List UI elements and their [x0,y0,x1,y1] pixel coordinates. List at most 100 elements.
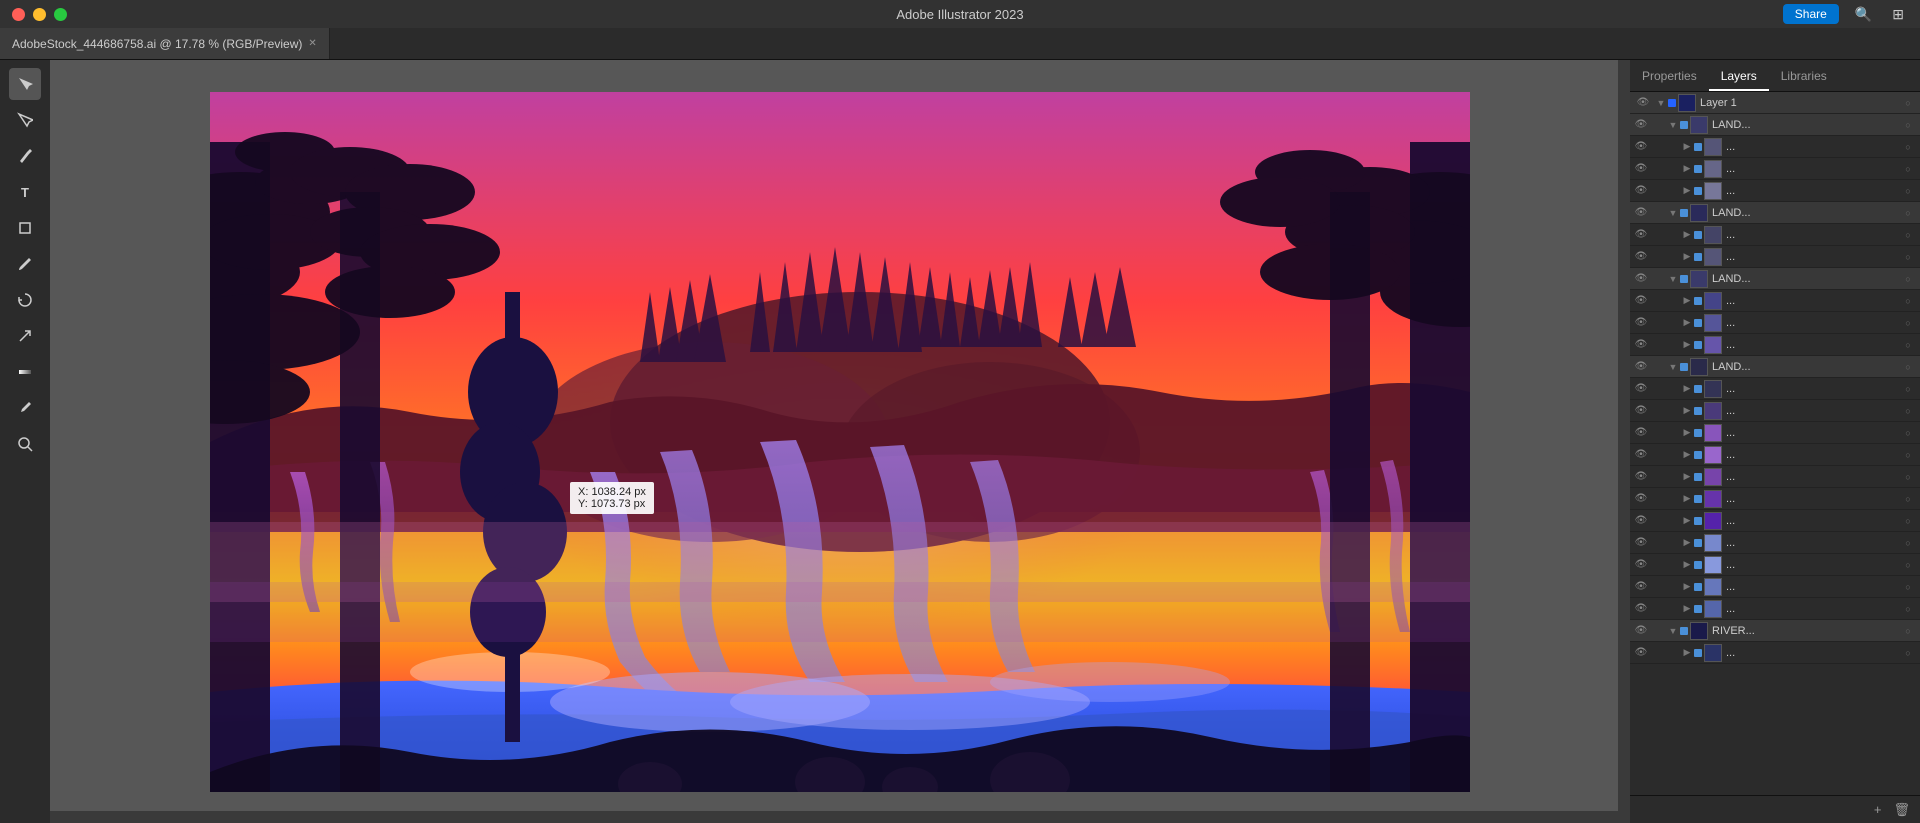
scale-tool[interactable] [9,320,41,352]
minimize-button[interactable] [33,8,46,21]
layer-eye-11[interactable]: 👁 [1630,334,1652,356]
layer-eye-24[interactable]: 👁 [1630,620,1652,642]
layer-eye-15[interactable]: 👁 [1630,422,1652,444]
layer-expand-11[interactable]: ▶ [1680,334,1694,356]
layer-expand-4[interactable]: ▶ [1680,180,1694,202]
brush-tool[interactable] [9,248,41,280]
layer-eye-23[interactable]: 👁 [1630,598,1652,620]
layer-eye-20[interactable]: 👁 [1630,532,1652,554]
layer-expand-7[interactable]: ▶ [1680,246,1694,268]
direct-select-tool[interactable] [9,104,41,136]
layer-lock-10[interactable]: ○ [1900,312,1916,334]
layer-eye-3[interactable]: 👁 [1630,158,1652,180]
layer-lock-22[interactable]: ○ [1900,576,1916,598]
layer-expand-1[interactable]: ▼ [1666,114,1680,136]
layer-row-13[interactable]: 👁 ▶ ... ○ [1630,378,1920,400]
layer-row-11[interactable]: 👁 ▶ ... ○ [1630,334,1920,356]
layer-eye-5[interactable]: 👁 [1630,202,1652,224]
layer-expand-2[interactable]: ▶ [1680,136,1694,158]
layer-expand-18[interactable]: ▶ [1680,488,1694,510]
layer-lock-18[interactable]: ○ [1900,488,1916,510]
layer-row-14[interactable]: 👁 ▶ ... ○ [1630,400,1920,422]
tab-layers[interactable]: Layers [1709,63,1769,91]
search-button[interactable]: 🔍 [1851,4,1876,25]
layer-row-24[interactable]: 👁 ▼ RIVER... ○ [1630,620,1920,642]
layer-eye-12[interactable]: 👁 [1630,356,1652,378]
layer-eye-21[interactable]: 👁 [1630,554,1652,576]
tab-close-icon[interactable]: ✕ [308,38,316,49]
layer-lock-13[interactable]: ○ [1900,378,1916,400]
layer-row-15[interactable]: 👁 ▶ ... ○ [1630,422,1920,444]
windows-button[interactable]: ⊞ [1888,4,1908,25]
layer-row-20[interactable]: 👁 ▶ ... ○ [1630,532,1920,554]
layer-eye-17[interactable]: 👁 [1630,466,1652,488]
canvas-area[interactable]: X: 1038.24 px Y: 1073.73 px [50,60,1630,823]
layer-expand-14[interactable]: ▶ [1680,400,1694,422]
layer-row-17[interactable]: 👁 ▶ ... ○ [1630,466,1920,488]
layer-lock-4[interactable]: ○ [1900,180,1916,202]
layer-lock-20[interactable]: ○ [1900,532,1916,554]
layers-panel[interactable]: 👁 ▼ Layer 1 ○ 👁 ▼ LAND... ○ 👁 ▶ ... [1630,92,1920,795]
rotate-tool[interactable] [9,284,41,316]
layer-lock-root[interactable]: ○ [1900,92,1916,114]
layer-row-22[interactable]: 👁 ▶ ... ○ [1630,576,1920,598]
layer-row-4[interactable]: 👁 ▶ ... ○ [1630,180,1920,202]
delete-layer-button[interactable]: 🗑 [1891,800,1912,820]
layer-eye-2[interactable]: 👁 [1630,136,1652,158]
close-button[interactable] [12,8,25,21]
new-layer-button[interactable]: + [1872,800,1884,819]
type-tool[interactable]: T [9,176,41,208]
layer-lock-23[interactable]: ○ [1900,598,1916,620]
layer-eye-9[interactable]: 👁 [1630,290,1652,312]
layer-row-8[interactable]: 👁 ▼ LAND... ○ [1630,268,1920,290]
zoom-tool[interactable] [9,428,41,460]
layer-expand-10[interactable]: ▶ [1680,312,1694,334]
maximize-button[interactable] [54,8,67,21]
layer-root[interactable]: 👁 ▼ Layer 1 ○ [1630,92,1920,114]
layer-row-25[interactable]: 👁 ▶ ... ○ [1630,642,1920,664]
layer-row-19[interactable]: 👁 ▶ ... ○ [1630,510,1920,532]
layer-expand-24[interactable]: ▼ [1666,620,1680,642]
layer-row-2[interactable]: 👁 ▶ ... ○ [1630,136,1920,158]
layer-eye-13[interactable]: 👁 [1630,378,1652,400]
layer-lock-17[interactable]: ○ [1900,466,1916,488]
layer-lock-3[interactable]: ○ [1900,158,1916,180]
layer-eye-7[interactable]: 👁 [1630,246,1652,268]
share-button[interactable]: Share [1783,4,1839,24]
layer-lock-21[interactable]: ○ [1900,554,1916,576]
shape-tool[interactable] [9,212,41,244]
layer-expand-16[interactable]: ▶ [1680,444,1694,466]
layer-eye-1[interactable]: 👁 [1630,114,1652,136]
layer-expand-13[interactable]: ▶ [1680,378,1694,400]
layer-expand-20[interactable]: ▶ [1680,532,1694,554]
layer-lock-6[interactable]: ○ [1900,224,1916,246]
layer-eye-16[interactable]: 👁 [1630,444,1652,466]
layer-expand-25[interactable]: ▶ [1680,642,1694,664]
layer-lock-11[interactable]: ○ [1900,334,1916,356]
layer-eye-4[interactable]: 👁 [1630,180,1652,202]
layer-lock-14[interactable]: ○ [1900,400,1916,422]
layer-eye-25[interactable]: 👁 [1630,642,1652,664]
vertical-scrollbar[interactable] [1618,60,1630,823]
horizontal-scrollbar[interactable] [50,811,1618,823]
layer-lock-15[interactable]: ○ [1900,422,1916,444]
layer-eye-10[interactable]: 👁 [1630,312,1652,334]
layer-row-1[interactable]: 👁 ▼ LAND... ○ [1630,114,1920,136]
layer-expand-9[interactable]: ▶ [1680,290,1694,312]
layer-eye-8[interactable]: 👁 [1630,268,1652,290]
layer-lock-7[interactable]: ○ [1900,246,1916,268]
layer-row-7[interactable]: 👁 ▶ ... ○ [1630,246,1920,268]
layer-row-21[interactable]: 👁 ▶ ... ○ [1630,554,1920,576]
layer-lock-5[interactable]: ○ [1900,202,1916,224]
layer-row-9[interactable]: 👁 ▶ ... ○ [1630,290,1920,312]
layer-expand-5[interactable]: ▼ [1666,202,1680,224]
layer-row-23[interactable]: 👁 ▶ ... ○ [1630,598,1920,620]
layer-expand-8[interactable]: ▼ [1666,268,1680,290]
layer-eye-18[interactable]: 👁 [1630,488,1652,510]
layer-lock-9[interactable]: ○ [1900,290,1916,312]
layer-row-3[interactable]: 👁 ▶ ... ○ [1630,158,1920,180]
tab-properties[interactable]: Properties [1630,63,1709,91]
layer-lock-1[interactable]: ○ [1900,114,1916,136]
layer-expand-6[interactable]: ▶ [1680,224,1694,246]
layer-lock-16[interactable]: ○ [1900,444,1916,466]
